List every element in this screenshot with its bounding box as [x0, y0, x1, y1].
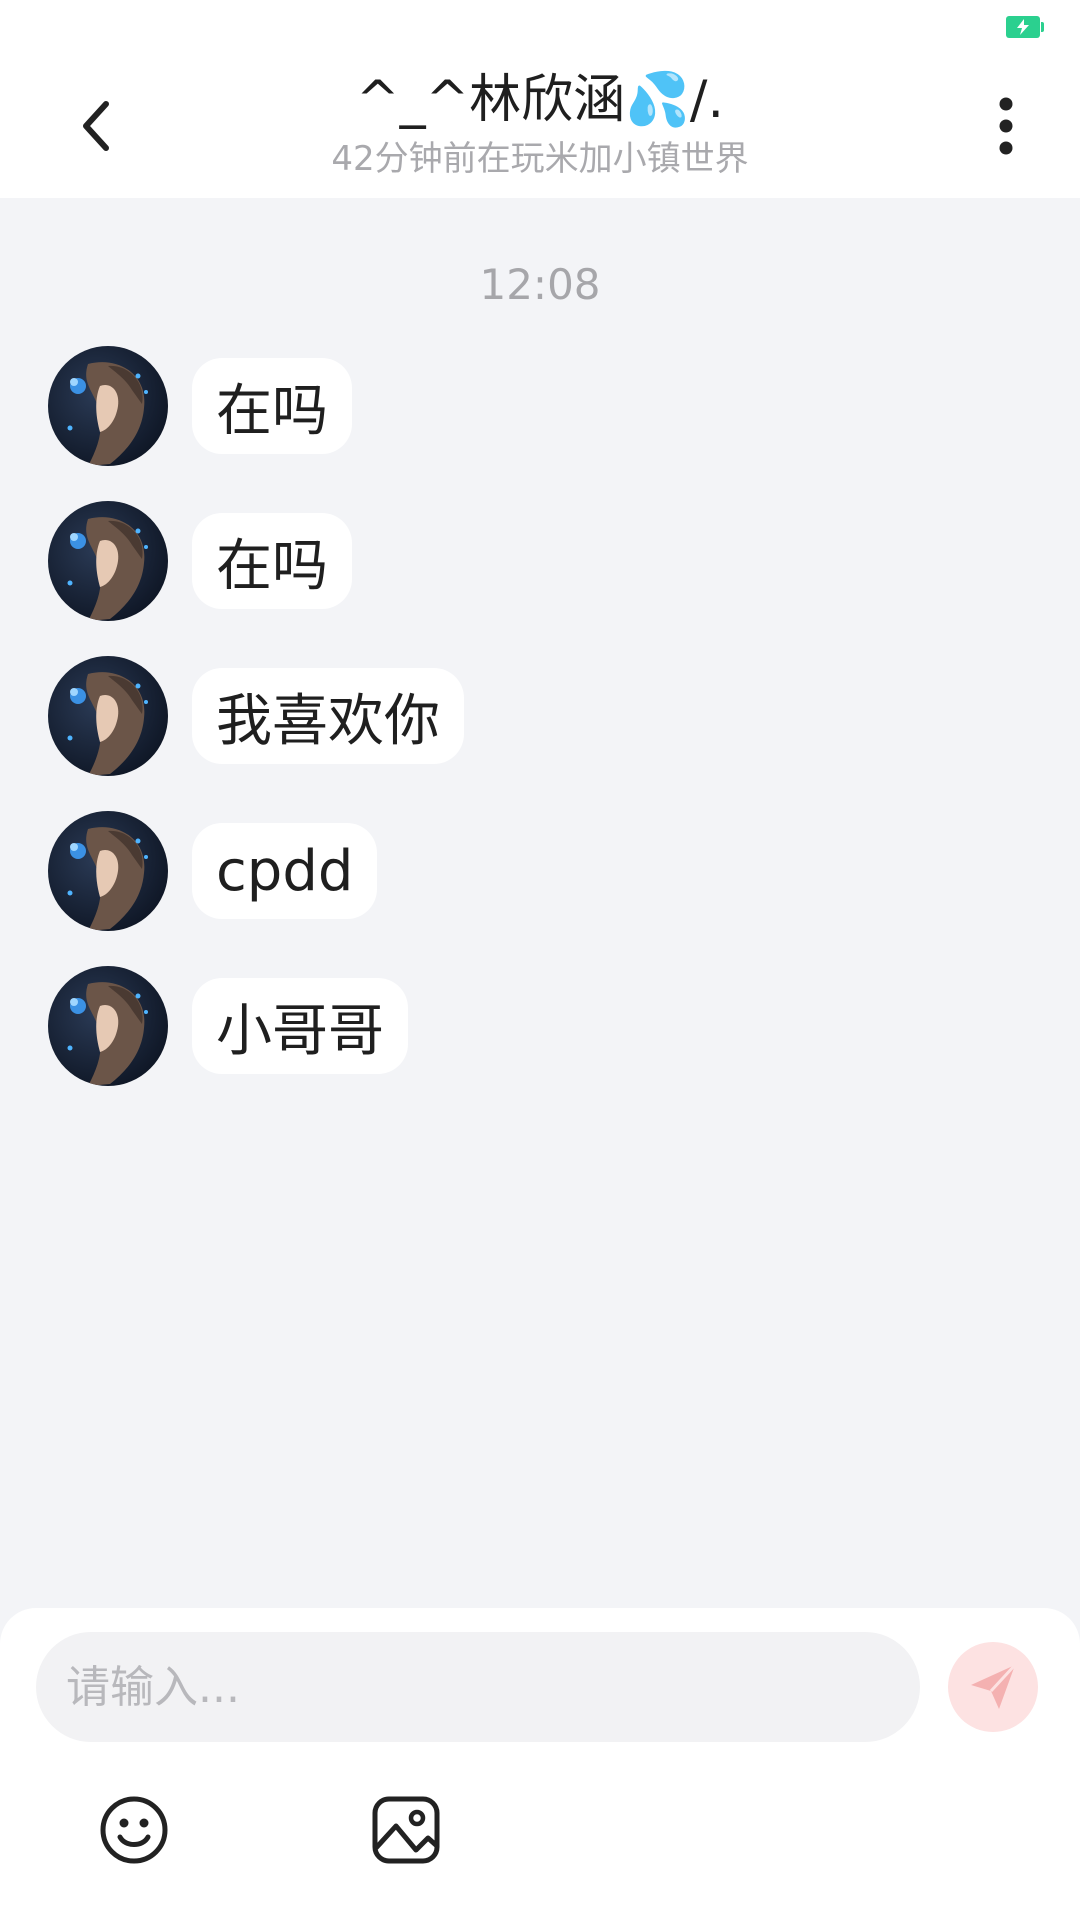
contact-name: ^_^林欣涵💦/.: [356, 70, 724, 130]
send-button[interactable]: [948, 1642, 1038, 1732]
message-row: 我喜欢你: [48, 656, 464, 776]
chevron-left-icon: [83, 101, 109, 151]
message-input[interactable]: [36, 1632, 920, 1742]
message-row: 在吗: [48, 501, 352, 621]
message-bubble[interactable]: 在吗: [192, 358, 352, 454]
message-timestamp: 12:08: [479, 260, 601, 309]
battery-charging-icon: [1006, 16, 1044, 38]
avatar[interactable]: [48, 346, 168, 466]
message-row: 在吗: [48, 346, 352, 466]
message-bubble[interactable]: 在吗: [192, 513, 352, 609]
avatar[interactable]: [48, 501, 168, 621]
more-options-button[interactable]: [970, 90, 1042, 162]
image-button[interactable]: [370, 1794, 442, 1866]
contact-status: 42分钟前在玩米加小镇世界: [331, 139, 749, 179]
chat-header: ^_^林欣涵💦/. 42分钟前在玩米加小镇世界: [0, 54, 1080, 198]
more-vertical-icon: [999, 97, 1013, 155]
image-icon: [372, 1796, 440, 1864]
message-bubble[interactable]: 小哥哥: [192, 978, 408, 1074]
message-row: 小哥哥: [48, 966, 408, 1086]
back-button[interactable]: [60, 90, 132, 162]
message-bubble[interactable]: cpdd: [192, 823, 378, 919]
chat-area[interactable]: 12:08 在吗 在吗 我喜欢你 cpdd 小哥哥: [0, 198, 1080, 1608]
avatar[interactable]: [48, 966, 168, 1086]
avatar[interactable]: [48, 811, 168, 931]
message-bubble[interactable]: 我喜欢你: [192, 668, 464, 764]
avatar[interactable]: [48, 656, 168, 776]
smiley-icon: [100, 1796, 168, 1864]
input-panel: [0, 1608, 1080, 1920]
message-row: cpdd: [48, 811, 378, 931]
paper-plane-icon: [971, 1663, 1017, 1709]
status-bar: [0, 0, 1080, 54]
emoji-button[interactable]: [98, 1794, 170, 1866]
